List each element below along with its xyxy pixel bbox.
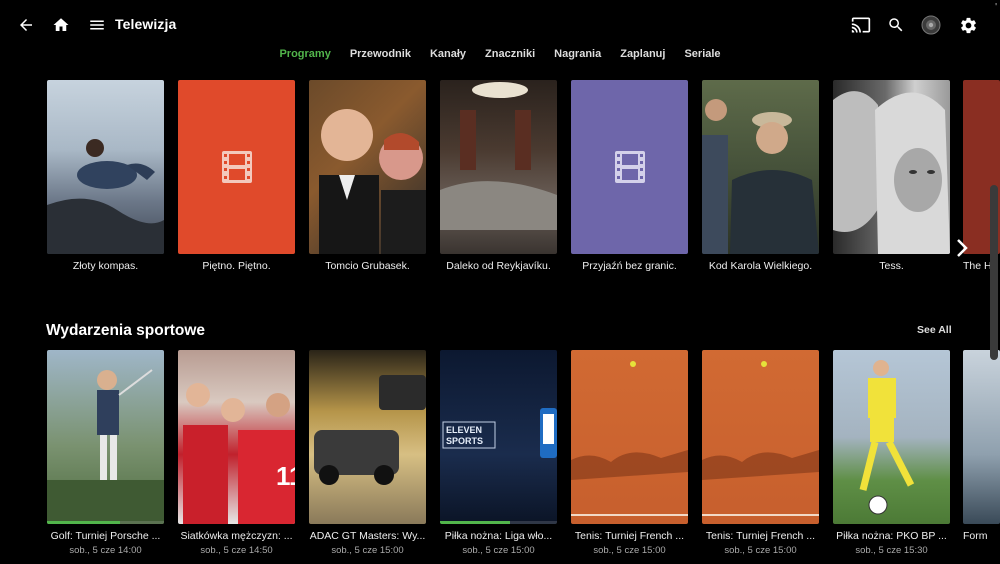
movie-poster (702, 80, 819, 254)
search-icon[interactable] (884, 13, 908, 37)
sport-card[interactable]: 11 Siatkówka mężczyzn: ... sob., 5 cze 1… (178, 350, 295, 556)
movie-title: Kod Karola Wielkiego. (708, 260, 813, 272)
sport-thumbnail: 11 (178, 350, 295, 524)
event-title: Tenis: Turniej French ... (574, 530, 685, 542)
tab-seriale[interactable]: Seriale (684, 48, 720, 64)
cast-icon[interactable] (849, 13, 873, 37)
movie-card[interactable]: Daleko od Reykjavíku. (440, 80, 557, 272)
svg-text:ELEVEN: ELEVEN (446, 425, 482, 435)
movie-poster (571, 80, 688, 254)
svg-text:SPORTS: SPORTS (446, 436, 483, 446)
movie-title: Tess. (879, 260, 904, 272)
movie-card[interactable]: Tomcio Grubasek. (309, 80, 426, 272)
event-time: sob., 5 cze 15:00 (462, 545, 535, 556)
tab-programy[interactable]: Programy (279, 48, 330, 64)
film-icon (614, 151, 645, 183)
event-time: sob., 5 cze 15:00 (724, 545, 797, 556)
sport-thumbnail (309, 350, 426, 524)
sport-thumbnail (963, 350, 1000, 524)
user-avatar[interactable] (919, 13, 943, 37)
movie-card[interactable]: Piętno. Piętno. (178, 80, 295, 272)
watch-progress (47, 521, 120, 524)
sport-card[interactable]: ELEVEN SPORTS Piłka nożna: Liga wło... s… (440, 350, 557, 556)
tab-nagrania[interactable]: Nagrania (554, 48, 601, 64)
page-title: Telewizja (115, 16, 177, 32)
movie-poster (833, 80, 950, 254)
gear-icon[interactable] (956, 13, 980, 37)
top-app-bar: Telewizja ' (0, 0, 1000, 50)
movie-poster (440, 80, 557, 254)
movie-card[interactable]: Przyjaźń bez granic. (571, 80, 688, 272)
event-time: sob., 5 cze 15:30 (855, 545, 928, 556)
chevron-right-icon (957, 239, 968, 257)
see-all-link[interactable]: See All (917, 324, 952, 336)
sport-thumbnail: ELEVEN SPORTS (440, 350, 557, 524)
movie-title: Złoty kompas. (72, 260, 139, 272)
tab-bar: Programy Przewodnik Kanały Znaczniki Nag… (0, 48, 1000, 64)
sport-card[interactable]: Golf: Turniej Porsche ... sob., 5 cze 14… (47, 350, 164, 556)
event-title: Siatkówka mężczyzn: ... (180, 530, 293, 542)
sport-thumbnail (47, 350, 164, 524)
movie-poster (178, 80, 295, 254)
sport-card[interactable]: Tenis: Turniej French ... sob., 5 cze 15… (702, 350, 819, 556)
sport-card[interactable]: ADAC GT Masters: Wy... sob., 5 cze 15:00 (309, 350, 426, 556)
menu-icon[interactable] (85, 13, 109, 37)
event-title: Piłka nożna: PKO BP ... (836, 530, 947, 542)
sport-card[interactable]: Tenis: Turniej French ... sob., 5 cze 15… (571, 350, 688, 556)
event-time: sob., 5 cze 14:50 (200, 545, 273, 556)
movie-title: Przyjaźń bez granic. (582, 260, 677, 272)
movie-poster (309, 80, 426, 254)
tab-znaczniki[interactable]: Znaczniki (485, 48, 535, 64)
film-icon (221, 151, 252, 183)
watch-progress (440, 521, 511, 524)
event-title: Form (963, 530, 988, 542)
event-title: ADAC GT Masters: Wy... (309, 530, 426, 542)
sport-card[interactable]: Form (963, 350, 1000, 542)
next-page-button[interactable] (948, 230, 976, 266)
svg-text:11: 11 (276, 461, 295, 491)
event-title: Piłka nożna: Liga wło... (444, 530, 553, 542)
movie-title: Piętno. Piętno. (202, 260, 271, 272)
sport-thumbnail (571, 350, 688, 524)
movie-card[interactable]: Złoty kompas. (47, 80, 164, 272)
tab-zaplanuj[interactable]: Zaplanuj (620, 48, 665, 64)
sport-thumbnail (833, 350, 950, 524)
event-time: sob., 5 cze 14:00 (69, 545, 142, 556)
back-arrow-icon[interactable] (14, 13, 38, 37)
movie-title: Tomcio Grubasek. (325, 260, 410, 272)
movie-card[interactable]: Kod Karola Wielkiego. (702, 80, 819, 272)
movie-poster (47, 80, 164, 254)
vertical-scrollbar[interactable] (990, 185, 998, 360)
event-time: sob., 5 cze 15:00 (331, 545, 404, 556)
movie-title: Daleko od Reykjavíku. (446, 260, 551, 272)
event-time: sob., 5 cze 15:00 (593, 545, 666, 556)
section-title: Wydarzenia sportowe (46, 322, 206, 339)
event-title: Tenis: Turniej French ... (705, 530, 816, 542)
tab-kanaly[interactable]: Kanały (430, 48, 466, 64)
sport-card[interactable]: Piłka nożna: PKO BP ... sob., 5 cze 15:3… (833, 350, 950, 556)
movie-card[interactable]: Tess. (833, 80, 950, 272)
tab-przewodnik[interactable]: Przewodnik (350, 48, 411, 64)
event-title: Golf: Turniej Porsche ... (50, 530, 161, 542)
sport-thumbnail (702, 350, 819, 524)
corner-mark: ' (995, 2, 997, 13)
home-icon[interactable] (49, 13, 73, 37)
